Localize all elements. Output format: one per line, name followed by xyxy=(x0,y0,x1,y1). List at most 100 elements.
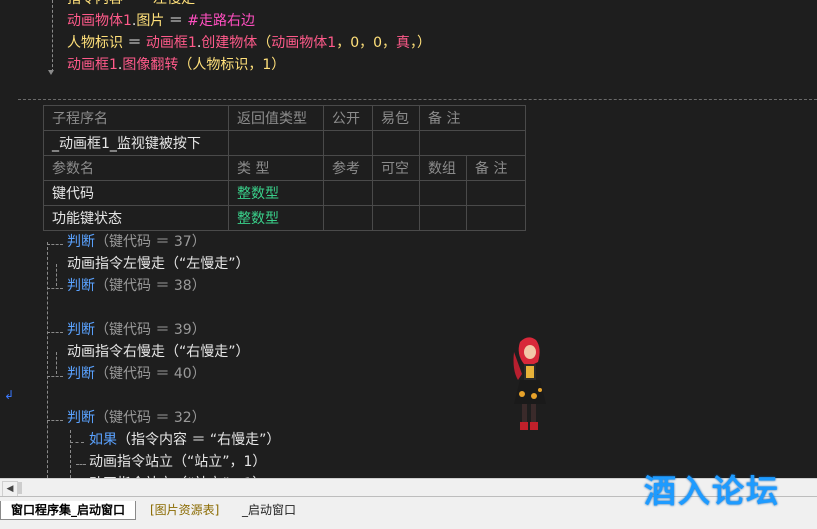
code-token: （指令内容 ＝ “右慢走”） xyxy=(117,432,281,448)
tree-guide xyxy=(47,288,63,289)
code-line[interactable]: 指令内容 ＝ “左慢走” xyxy=(67,0,202,9)
tab-label: _启动窗口 xyxy=(242,503,297,517)
tab-label: 窗口程序集_启动窗口 xyxy=(11,503,126,517)
scroll-left-icon[interactable]: ◀ xyxy=(2,481,18,497)
code-token: （ xyxy=(178,57,193,73)
fold-arrow-icon[interactable] xyxy=(48,70,54,75)
code-line[interactable]: 动画指令左慢走（“左慢走”） xyxy=(67,254,250,274)
code-line[interactable]: 判断（键代码 ＝ 32） xyxy=(67,408,206,428)
code-token: 判断 xyxy=(67,278,95,294)
code-token: 判断 xyxy=(67,366,95,382)
col-header: 公开 xyxy=(323,105,373,131)
param-col-header: 备 注 xyxy=(466,155,526,181)
param-nullable[interactable] xyxy=(372,205,420,231)
code-token: 动画框1 xyxy=(145,35,197,51)
tree-guide xyxy=(47,376,63,377)
code-line[interactable]: 判断（键代码 ＝ 37） xyxy=(67,232,206,252)
subroutine-name[interactable]: _动画框1_监视键被按下 xyxy=(43,130,229,156)
param-type[interactable]: 整数型 xyxy=(228,180,324,206)
scroll-thumb[interactable] xyxy=(18,482,22,494)
code-token: 动画物体1 xyxy=(271,35,337,51)
code-token: ＝ xyxy=(164,13,188,29)
character-sprite-icon xyxy=(513,337,546,430)
code-token: “左慢走” xyxy=(146,0,203,7)
param-row[interactable]: 功能键状态 整数型 xyxy=(43,205,526,231)
param-array[interactable] xyxy=(419,180,467,206)
code-token: 判断 xyxy=(67,410,95,426)
code-token: 指令内容 xyxy=(67,0,123,7)
param-col-header: 数组 xyxy=(419,155,467,181)
param-ref[interactable] xyxy=(323,180,373,206)
code-token: ，1） xyxy=(248,57,286,73)
code-token: 动画指令站立 xyxy=(89,454,173,470)
line-gutter[interactable] xyxy=(0,0,18,478)
tree-guide xyxy=(47,332,63,333)
param-row[interactable]: 键代码 整数型 xyxy=(43,180,526,206)
param-type[interactable]: 整数型 xyxy=(228,205,324,231)
code-token: 动画框1 xyxy=(67,57,118,73)
code-token: （键代码 ＝ 39） xyxy=(95,322,206,338)
code-line[interactable]: 动画框1.图像翻转（人物标识，1） xyxy=(67,55,285,75)
code-token: 如果 xyxy=(89,432,117,448)
col-header: 易包 xyxy=(372,105,420,131)
remark-cell[interactable] xyxy=(419,130,526,156)
public-cell[interactable] xyxy=(323,130,373,156)
code-line[interactable]: 动画指令站立（“站立”，1） xyxy=(89,452,266,472)
code-token: ＝ xyxy=(123,35,146,51)
code-token: （键代码 ＝ 38） xyxy=(95,278,206,294)
code-token: ＝ xyxy=(123,0,146,7)
code-editor[interactable]: 指令内容 ＝ “左慢走” 动画物体1.图片 ＝ #走路右边人物标识 ＝ 动画框1.… xyxy=(0,0,817,478)
code-token: （ xyxy=(257,35,272,51)
code-token: 真 xyxy=(396,35,411,51)
code-token: 创建物体 xyxy=(201,35,258,51)
tab-window-program-set[interactable]: 窗口程序集_启动窗口 xyxy=(0,501,137,520)
watermark-logo: 酒入论坛 xyxy=(644,472,781,510)
tree-guide xyxy=(70,430,71,478)
tree-guide xyxy=(47,420,63,421)
code-line[interactable]: 判断（键代码 ＝ 39） xyxy=(67,320,206,340)
param-col-header: 参考 xyxy=(323,155,373,181)
code-line[interactable]: 判断（键代码 ＝ 38） xyxy=(67,276,206,296)
code-token: 人物标识 xyxy=(67,35,123,51)
param-array[interactable] xyxy=(419,205,467,231)
code-token: （“左慢走”） xyxy=(165,256,250,272)
tree-guide xyxy=(70,442,84,443)
subroutine-separator xyxy=(18,99,817,100)
param-col-header: 可空 xyxy=(372,155,420,181)
col-header: 备 注 xyxy=(419,105,526,131)
code-token: ，0，0， xyxy=(336,35,397,51)
code-line[interactable]: 如果（指令内容 ＝ “右慢走”） xyxy=(89,430,280,450)
code-line[interactable]: 人物标识 ＝ 动画框1.创建物体（动画物体1，0，0，真，） xyxy=(67,33,431,53)
param-remark[interactable] xyxy=(466,180,526,206)
return-type-cell[interactable] xyxy=(228,130,324,156)
code-line[interactable]: 判断（键代码 ＝ 40） xyxy=(67,364,206,384)
code-token: 动画物体1 xyxy=(67,13,132,29)
param-name[interactable]: 键代码 xyxy=(43,180,229,206)
param-ref[interactable] xyxy=(323,205,373,231)
tab-startup-window[interactable]: _启动窗口 xyxy=(232,501,306,519)
code-token: （键代码 ＝ 37） xyxy=(95,234,206,250)
tree-guide xyxy=(76,464,86,465)
subroutine-header-row: 子程序名 返回值类型 公开 易包 备 注 xyxy=(43,105,526,131)
param-name[interactable]: 功能键状态 xyxy=(43,205,229,231)
tab-image-resources[interactable]: [图片资源表] xyxy=(140,501,229,519)
param-col-header: 类 型 xyxy=(228,155,324,181)
col-header: 子程序名 xyxy=(43,105,229,131)
param-header-row: 参数名 类 型 参考 可空 数组 备 注 xyxy=(43,155,526,181)
code-line[interactable]: 动画指令右慢走（“右慢走”） xyxy=(67,342,250,362)
code-token: ，） xyxy=(410,35,432,51)
easy-package-cell[interactable] xyxy=(372,130,420,156)
bookmark-icon[interactable]: ↲ xyxy=(4,388,14,402)
code-token: 判断 xyxy=(67,234,95,250)
code-token: 动画指令右慢走 xyxy=(67,344,165,360)
code-token: （“站立”，1） xyxy=(173,454,267,470)
param-nullable[interactable] xyxy=(372,180,420,206)
code-token: 图片 xyxy=(136,13,165,29)
col-header: 返回值类型 xyxy=(228,105,324,131)
param-remark[interactable] xyxy=(466,205,526,231)
code-token: （键代码 ＝ 32） xyxy=(95,410,206,426)
subroutine-row[interactable]: _动画框1_监视键被按下 xyxy=(43,130,526,156)
code-token: #走路右边 xyxy=(187,13,256,29)
param-col-header: 参数名 xyxy=(43,155,229,181)
code-line[interactable]: 动画物体1.图片 ＝ #走路右边 xyxy=(67,11,255,31)
